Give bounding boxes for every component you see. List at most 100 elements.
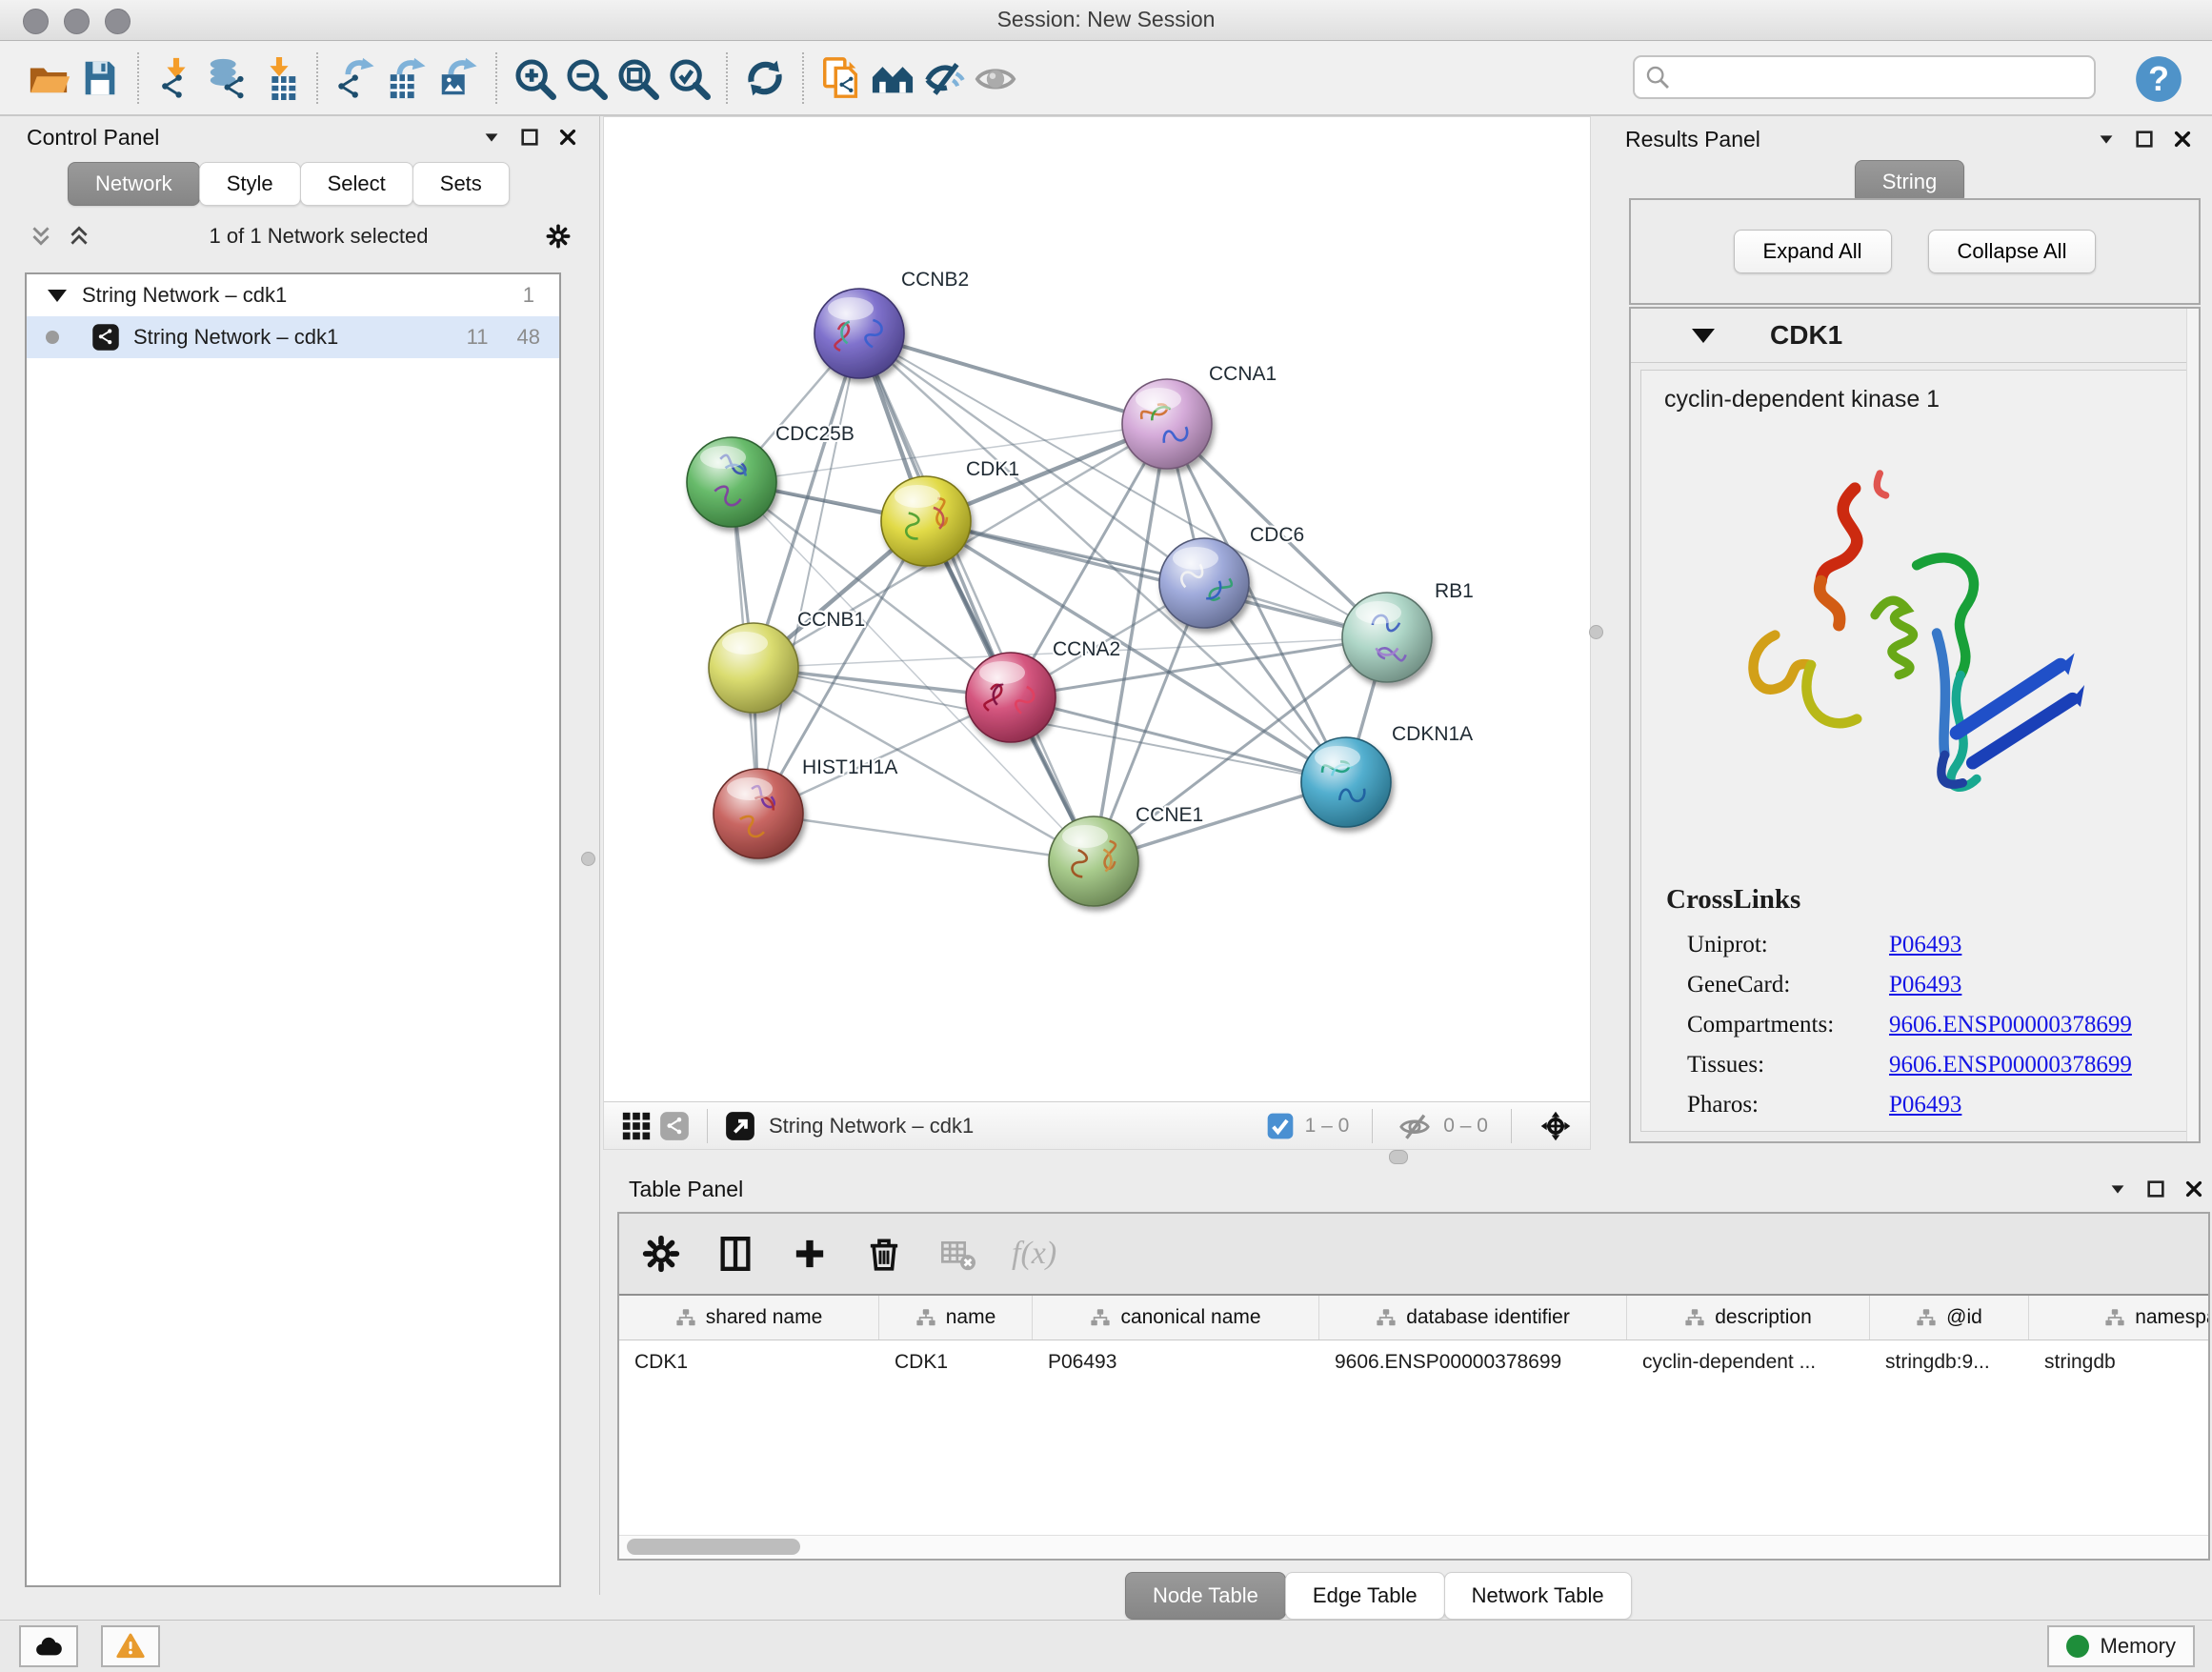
crosslink-link[interactable]: P06493 — [1889, 1092, 1961, 1118]
crosslink-label: Pharos: — [1687, 1092, 1889, 1118]
expand-all-networks-icon[interactable] — [67, 224, 91, 249]
grid-view-icon[interactable] — [617, 1107, 655, 1145]
table-panel: Table Panel f(x) shared namenamecanonica… — [617, 1170, 2212, 1570]
results-scrollbar[interactable] — [2186, 309, 2199, 1141]
automation-cloud-button[interactable] — [19, 1625, 78, 1667]
zoom-fit-content-icon[interactable] — [612, 51, 663, 105]
node-label-CDC6: CDC6 — [1250, 524, 1304, 546]
tab-edge-table[interactable]: Edge Table — [1285, 1572, 1445, 1620]
add-column-icon[interactable] — [789, 1233, 831, 1275]
search-input[interactable] — [1671, 58, 2094, 96]
network-tree: String Network – cdk1 1 String Network –… — [25, 272, 561, 1587]
crosslink-label: GeneCard: — [1687, 972, 1889, 998]
control-panel-collapse-icon[interactable] — [481, 127, 502, 148]
tab-select[interactable]: Select — [300, 162, 413, 206]
tab-style[interactable]: Style — [199, 162, 301, 206]
table-panel-collapse-icon[interactable] — [2107, 1178, 2128, 1199]
protein-expander-icon[interactable] — [1692, 329, 1715, 343]
results-panel-float-icon[interactable] — [2134, 129, 2155, 150]
table-settings-gear-icon[interactable] — [640, 1233, 682, 1275]
network-view-toolbar: String Network – cdk1 1 – 0 0 – 0 — [604, 1101, 1590, 1149]
selected-checkbox-icon[interactable] — [1265, 1111, 1296, 1141]
column-header-shared-name[interactable]: shared name — [619, 1296, 879, 1340]
node-label-CCNB2: CCNB2 — [901, 269, 969, 291]
network-view-title: String Network – cdk1 — [769, 1114, 974, 1138]
zoom-out-icon[interactable] — [560, 51, 612, 105]
scrollbar-thumb[interactable] — [627, 1539, 800, 1555]
tab-network-table[interactable]: Network Table — [1444, 1572, 1632, 1620]
table-toolbar: f(x) — [619, 1214, 2208, 1296]
apply-preferred-layout-icon[interactable] — [739, 51, 791, 105]
collapse-all-button[interactable]: Collapse All — [1928, 230, 2097, 273]
node-label-CCNA2: CCNA2 — [1053, 638, 1120, 660]
search-field — [1633, 55, 2096, 99]
table-row[interactable]: CDK1CDK1P064939606.ENSP00000378699cyclin… — [619, 1340, 2208, 1384]
export-image-icon[interactable] — [432, 51, 484, 105]
open-session-folder-icon[interactable] — [23, 51, 74, 105]
help-icon: ? — [2134, 54, 2183, 104]
move-crosshair-icon[interactable] — [1535, 1105, 1577, 1147]
hidden-eye-icon — [1396, 1107, 1434, 1145]
table-horizontal-scrollbar[interactable] — [619, 1535, 2208, 1559]
control-panel-close-icon[interactable] — [557, 127, 578, 148]
network-tree-root-row[interactable]: String Network – cdk1 1 — [27, 274, 559, 316]
warnings-button[interactable] — [101, 1625, 160, 1667]
tab-network[interactable]: Network — [68, 162, 200, 206]
collapse-all-networks-icon[interactable] — [29, 224, 53, 249]
hide-graphics-details-icon[interactable] — [918, 51, 970, 105]
first-neighbors-icon[interactable] — [867, 51, 918, 105]
results-panel-collapse-icon[interactable] — [2096, 129, 2117, 150]
tree-expander-icon[interactable] — [48, 290, 67, 302]
column-settings-icon[interactable] — [714, 1233, 756, 1275]
zoom-selected-icon[interactable] — [663, 51, 714, 105]
import-network-from-database-icon[interactable] — [202, 51, 253, 105]
table-panel-float-icon[interactable] — [2145, 1178, 2166, 1199]
network-options-gear-icon[interactable] — [546, 224, 571, 249]
table-panel-close-icon[interactable] — [2183, 1178, 2204, 1199]
hidden-count: 0 – 0 — [1443, 1115, 1488, 1138]
node-label-CCNA1: CCNA1 — [1209, 363, 1277, 385]
crosslink-link[interactable]: P06493 — [1889, 972, 1961, 998]
import-table-from-file-icon[interactable] — [253, 51, 305, 105]
crosslink-row: GeneCard:P06493 — [1641, 965, 2188, 1005]
export-network-icon[interactable] — [330, 51, 381, 105]
network-edge-count: 48 — [517, 325, 540, 350]
column-header-namespace[interactable]: namespace — [2029, 1296, 2210, 1340]
memory-button[interactable]: Memory — [2047, 1625, 2195, 1667]
tab-node-table[interactable]: Node Table — [1125, 1572, 1286, 1620]
save-session-floppy-icon[interactable] — [74, 51, 126, 105]
show-graphics-details-icon[interactable] — [970, 51, 1021, 105]
column-header-name[interactable]: name — [879, 1296, 1033, 1340]
help-button[interactable]: ? — [2134, 54, 2183, 104]
results-panel-close-icon[interactable] — [2172, 129, 2193, 150]
delete-column-trash-icon[interactable] — [863, 1233, 905, 1275]
control-panel-float-icon[interactable] — [519, 127, 540, 148]
import-network-from-file-icon[interactable] — [151, 51, 202, 105]
tab-sets[interactable]: Sets — [412, 162, 510, 206]
crosslink-link[interactable]: P06493 — [1889, 932, 1961, 958]
column-header-@id[interactable]: @id — [1870, 1296, 2029, 1340]
splitter-knob-bottom[interactable] — [1389, 1150, 1408, 1164]
splitter-knob-right[interactable] — [1589, 625, 1603, 639]
crosslink-link[interactable]: 9606.ENSP00000378699 — [1889, 1012, 2132, 1038]
column-header-database-identifier[interactable]: database identifier — [1319, 1296, 1627, 1340]
protein-description: cyclin-dependent kinase 1 — [1641, 371, 2188, 419]
crosslink-row: Tissues:9606.ENSP00000378699 — [1641, 1045, 2188, 1085]
export-table-icon[interactable] — [381, 51, 432, 105]
zoom-in-icon[interactable] — [509, 51, 560, 105]
create-network-from-selection-icon[interactable] — [815, 51, 867, 105]
network-tree-child-row[interactable]: String Network – cdk1 11 48 — [27, 316, 559, 358]
splitter-knob-left[interactable] — [581, 852, 595, 866]
column-header-canonical-name[interactable]: canonical name — [1033, 1296, 1319, 1340]
protein-section-header[interactable]: CDK1 — [1631, 309, 2199, 363]
expand-all-button[interactable]: Expand All — [1734, 230, 1892, 273]
network-overview-share-icon[interactable] — [655, 1107, 694, 1145]
column-header-description[interactable]: description — [1627, 1296, 1870, 1340]
memory-label: Memory — [2101, 1634, 2176, 1659]
crosslink-link[interactable]: 9606.ENSP00000378699 — [1889, 1052, 2132, 1078]
network-collection-count: 1 — [523, 283, 534, 308]
birdseye-view-icon[interactable] — [721, 1107, 759, 1145]
network-canvas-svg[interactable]: CCNB2CCNA1CDC25BCDK1CDC6RB1CCNB1CCNA2CDK… — [604, 117, 1590, 1101]
network-node-count: 11 — [467, 325, 489, 350]
network-current-bullet — [46, 331, 59, 344]
